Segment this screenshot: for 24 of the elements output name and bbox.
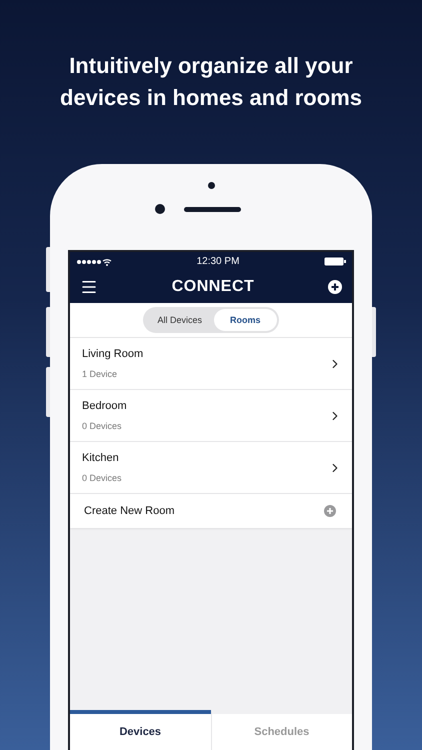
room-row[interactable]: Bedroom 0 Devices (70, 390, 352, 442)
room-name: Living Room (82, 348, 144, 360)
add-icon (324, 505, 336, 517)
device-count: 1 Device (82, 369, 118, 379)
device-count: 0 Devices (82, 421, 123, 431)
app-logo: CONNECT (172, 278, 254, 296)
add-icon[interactable] (328, 280, 342, 294)
speaker-dot (208, 182, 214, 189)
create-room-row[interactable]: Create New Room (70, 494, 352, 528)
room-row[interactable]: Living Room 1 Device (70, 338, 352, 390)
headline: Intuitively organize all your devices in homes and rooms (59, 52, 363, 112)
speaker-slot (184, 206, 240, 212)
battery-icon (324, 257, 346, 266)
signal-wifi-icon (76, 258, 112, 266)
room-name: Kitchen (82, 452, 120, 464)
camera-dot (154, 204, 164, 214)
menu-icon[interactable] (80, 278, 98, 296)
status-time: 12:30 PM (196, 256, 240, 267)
device-count: 0 Devices (82, 473, 122, 483)
room-name: Bedroom (82, 400, 127, 412)
segment-tab[interactable]: Rooms (214, 309, 277, 331)
segment-tab[interactable]: All Devices (145, 309, 214, 331)
create-room-label: Create New Room (84, 505, 174, 517)
room-row[interactable]: Kitchen 0 Devices (70, 442, 352, 494)
